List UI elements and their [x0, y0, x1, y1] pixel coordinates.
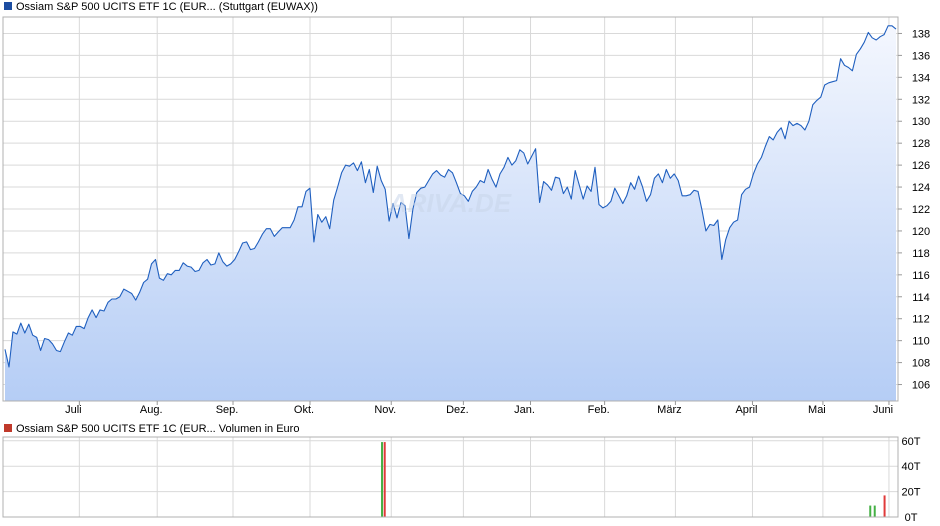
volume-bar: [873, 505, 876, 517]
price-y-tick-label: 116: [912, 270, 930, 282]
price-x-tick-label: Okt.: [294, 404, 314, 416]
price-x-tick-label: April: [735, 404, 757, 416]
price-x-axis: Juli Aug. Sep. Okt. Nov. Dez. Jan. Feb. März Apri…: [65, 401, 893, 416]
price-y-axis: 106 108 110 112 114 116 118 120 122 124 126 128 130 1…: [898, 28, 930, 392]
volume-y-tick-label: 40T: [902, 461, 921, 473]
price-y-tick-label: 138: [912, 28, 930, 40]
price-x-tick-label: März: [657, 404, 681, 416]
price-x-tick-label: Nov.: [374, 404, 396, 416]
price-y-tick-label: 128: [912, 138, 930, 150]
price-y-tick-label: 122: [912, 204, 930, 216]
volume-panel-frame: [2, 436, 899, 518]
price-y-tick-label: 134: [912, 72, 930, 84]
price-y-tick-label: 110: [912, 336, 930, 348]
volume-y-tick-label: 0T: [905, 512, 918, 524]
price-x-tick-label: Juni: [873, 404, 893, 416]
price-x-tick-label: Juli: [65, 404, 82, 416]
price-x-tick-label: Dez.: [446, 404, 469, 416]
volume-y-axis: 60T 40T 20T 0T: [902, 436, 921, 524]
price-x-tick-label: Mai: [808, 404, 826, 416]
price-x-tick-label: Sep.: [216, 404, 239, 416]
price-y-tick-label: 120: [912, 226, 930, 238]
volume-legend-swatch: [4, 424, 12, 432]
volume-bar: [381, 442, 384, 517]
price-x-tick-label: Jan.: [514, 404, 535, 416]
price-y-tick-label: 114: [912, 292, 930, 304]
volume-bar: [883, 495, 886, 517]
volume-chart-title: Ossiam S&P 500 UCITS ETF 1C (EUR... Volu…: [16, 423, 299, 435]
price-legend-swatch: [4, 2, 12, 10]
price-y-tick-label: 126: [912, 160, 930, 172]
price-y-tick-label: 130: [912, 116, 930, 128]
volume-bar: [869, 505, 872, 517]
price-y-tick-label: 136: [912, 50, 930, 62]
price-y-tick-label: 118: [912, 248, 930, 260]
price-y-tick-label: 124: [912, 182, 930, 194]
price-x-tick-label: Feb.: [588, 404, 610, 416]
chart-canvas: Ossiam S&P 500 UCITS ETF 1C (EUR... (Stu…: [2, 1, 930, 524]
volume-y-tick-label: 60T: [902, 436, 921, 448]
price-y-tick-label: 108: [912, 358, 930, 370]
volume-y-tick-label: 20T: [902, 487, 921, 499]
price-y-tick-label: 132: [912, 94, 930, 106]
volume-bar: [383, 442, 386, 517]
volume-bars: [381, 442, 886, 517]
price-y-tick-label: 106: [912, 380, 930, 392]
watermark-logo: ARIVA.DE: [388, 188, 512, 218]
price-y-tick-label: 112: [912, 314, 930, 326]
volume-gridlines: [3, 437, 898, 518]
price-chart-title: Ossiam S&P 500 UCITS ETF 1C (EUR... (Stu…: [16, 1, 318, 13]
price-x-tick-label: Aug.: [140, 404, 163, 416]
